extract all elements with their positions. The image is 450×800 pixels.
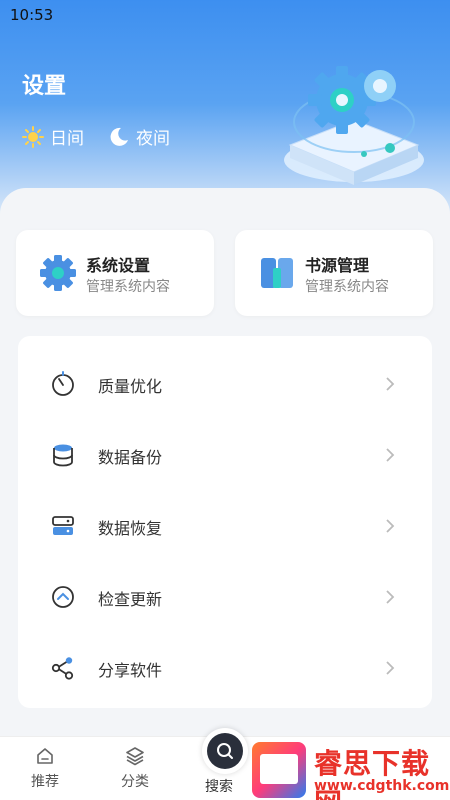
- gear-icon: [40, 255, 76, 291]
- nav-tab-recommend[interactable]: 推荐: [15, 745, 75, 791]
- share-icon: [51, 657, 74, 680]
- moon-icon: [110, 127, 128, 146]
- timer-icon: [52, 371, 74, 396]
- book-icon: [261, 258, 293, 288]
- menu-item-quality-optimize[interactable]: 质量优化: [18, 358, 432, 410]
- menu-item-label: 数据备份: [98, 448, 163, 467]
- settings-menu-list: 质量优化 数据备份 数据恢复 检查更新 分享软件: [18, 336, 432, 708]
- menu-item-label: 检查更新: [98, 590, 163, 609]
- day-mode-label: 日间: [50, 129, 84, 149]
- night-mode-label: 夜间: [136, 129, 170, 149]
- book-source-card[interactable]: 书源管理 管理系统内容: [235, 230, 433, 316]
- system-settings-title: 系统设置: [86, 256, 151, 275]
- chevron-up-circle-icon: [52, 586, 74, 608]
- nav-tab-label: 推荐: [31, 774, 59, 790]
- chevron-right-icon: [386, 519, 395, 533]
- nav-tab-label: 分类: [121, 774, 149, 790]
- database-icon: [53, 444, 73, 467]
- theme-mode-switch: 日间 夜间: [22, 124, 170, 149]
- chevron-right-icon: [386, 590, 395, 604]
- book-source-subtitle: 管理系统内容: [305, 279, 389, 295]
- system-settings-subtitle: 管理系统内容: [86, 279, 170, 295]
- chevron-right-icon: [386, 377, 395, 391]
- search-icon: [217, 743, 233, 759]
- menu-item-label: 质量优化: [98, 377, 163, 396]
- menu-item-check-update[interactable]: 检查更新: [18, 571, 432, 623]
- chevron-right-icon: [386, 448, 395, 462]
- chevron-right-icon: [386, 661, 395, 675]
- menu-item-data-restore[interactable]: 数据恢复: [18, 500, 432, 552]
- server-icon: [52, 516, 74, 535]
- sun-icon: [22, 125, 44, 148]
- nav-tab-search[interactable]: [202, 728, 248, 774]
- settings-content: 系统设置 管理系统内容 书源管理 管理系统内容 质量优化 数据备份 数据恢复 检…: [0, 188, 450, 736]
- menu-item-label: 数据恢复: [98, 519, 163, 538]
- menu-item-label: 分享软件: [98, 661, 163, 680]
- day-mode-button[interactable]: 日间: [22, 124, 84, 149]
- settings-illustration: [284, 66, 424, 185]
- layers-icon: [126, 747, 144, 766]
- nav-tab-category[interactable]: 分类: [105, 745, 165, 791]
- menu-item-data-backup[interactable]: 数据备份: [18, 429, 432, 481]
- menu-item-share-app[interactable]: 分享软件: [18, 642, 432, 694]
- night-mode-button[interactable]: 夜间: [108, 124, 170, 149]
- system-settings-card[interactable]: 系统设置 管理系统内容: [16, 230, 214, 316]
- home-icon: [37, 748, 53, 764]
- nav-tab-search-label: 搜索: [205, 779, 233, 795]
- page-title: 设置: [22, 74, 67, 99]
- book-source-title: 书源管理: [305, 256, 370, 275]
- status-bar-time: 10:53: [10, 6, 54, 24]
